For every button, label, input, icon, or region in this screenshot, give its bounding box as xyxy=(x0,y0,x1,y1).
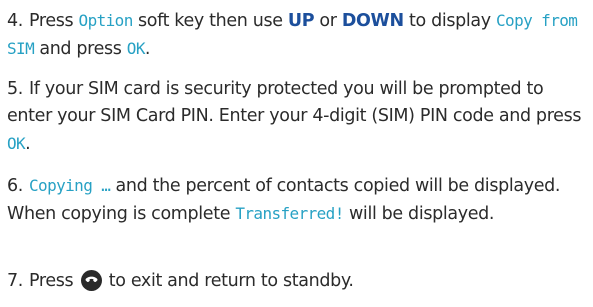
step-number: 4. xyxy=(7,11,23,31)
body-text: to display xyxy=(403,11,496,31)
step-text: Press to exit and return to standby. xyxy=(29,270,354,291)
end-call-key-icon xyxy=(80,270,102,300)
body-text: will be displayed. xyxy=(343,204,495,224)
step-text: If your SIM card is security protected y… xyxy=(7,79,581,154)
body-text: or xyxy=(314,11,342,31)
display-text: Transferred! xyxy=(235,204,344,223)
step-number: 7. xyxy=(7,271,23,291)
body-text: Press xyxy=(29,11,79,31)
key-name: DOWN xyxy=(341,11,404,31)
body-text: Press xyxy=(29,271,79,291)
body-text: to exit and return to standby. xyxy=(103,271,354,291)
display-text: OK xyxy=(7,134,26,153)
display-text: OK xyxy=(126,39,146,58)
key-name: UP xyxy=(287,11,315,31)
body-text: . xyxy=(144,39,151,59)
body-text: . xyxy=(25,134,31,154)
step-5: 5. If your SIM card is security protected… xyxy=(7,76,589,158)
step-6: 6. Copying … and the percent of contacts … xyxy=(7,172,589,228)
step-4: 4. Press Option soft key then use UP or D… xyxy=(7,7,589,63)
step-7: 7. Press to exit and return to standby. xyxy=(7,268,589,300)
step-text: Copying … and the percent of contacts co… xyxy=(7,176,560,224)
body-text: If your SIM card is security protected y… xyxy=(7,79,582,126)
display-text: Option xyxy=(78,11,134,30)
display-text: Copying … xyxy=(29,176,111,195)
step-number: 6. xyxy=(7,176,23,196)
step-text: Press Option soft key then use UP or DOW… xyxy=(7,11,578,59)
step-number: 5. xyxy=(7,79,23,99)
body-text: and press xyxy=(34,39,127,59)
body-text: soft key then use xyxy=(132,11,288,31)
instruction-page: 4. Press Option soft key then use UP or D… xyxy=(0,0,593,307)
